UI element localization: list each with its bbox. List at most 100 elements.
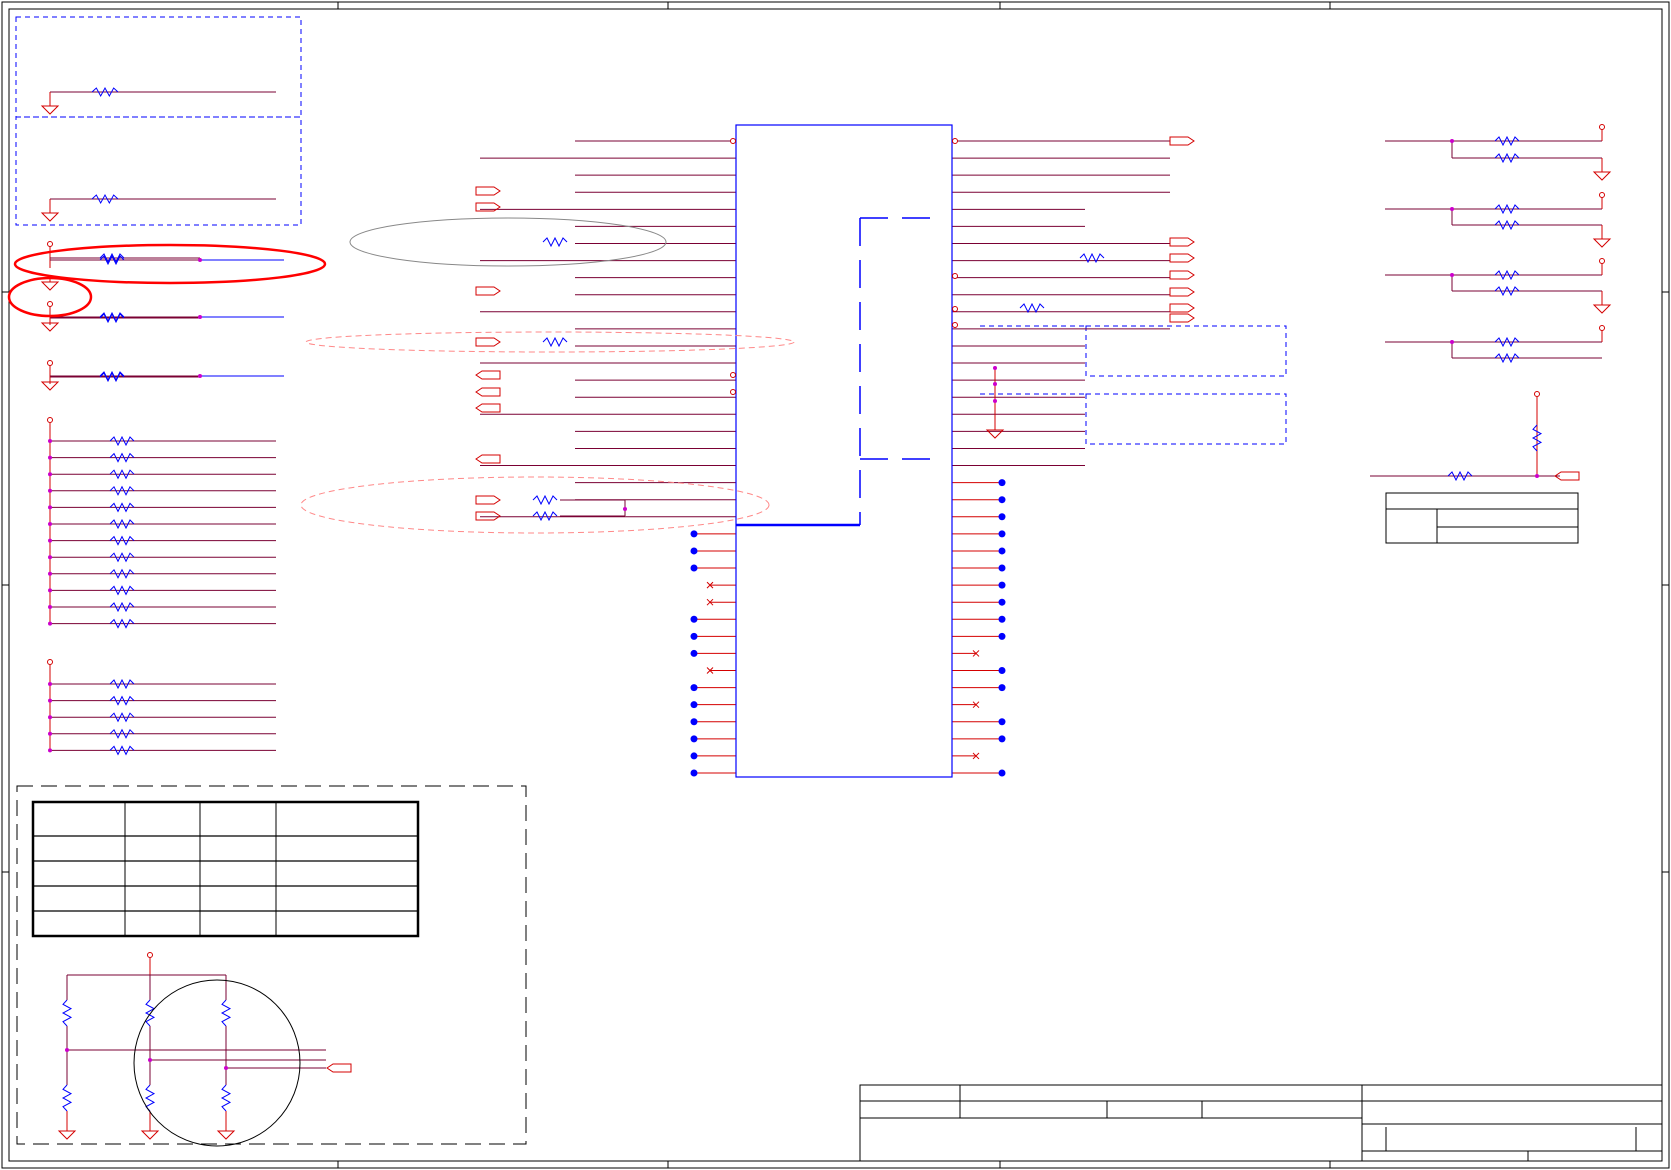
resistor-icon <box>61 1084 73 1112</box>
power-pin-icon <box>952 138 958 144</box>
small-table <box>1385 492 1579 544</box>
junction-dot-icon <box>998 735 1006 743</box>
strap-table <box>31 800 420 938</box>
junction-dot-icon <box>998 598 1006 606</box>
dashed-zone-box <box>15 116 302 226</box>
off-page-connector-icon <box>1169 313 1195 323</box>
junction-dot-icon <box>198 374 202 378</box>
note-ellipse <box>300 476 770 534</box>
power-pin-icon <box>47 659 53 665</box>
junction-dot-icon <box>48 488 52 493</box>
schematic-sheet <box>1 1 1670 1169</box>
off-page-connector-icon <box>475 337 501 347</box>
resistor-icon <box>220 1084 232 1112</box>
junction-dot-icon <box>48 605 52 609</box>
title-block <box>859 1084 1663 1162</box>
components <box>40 86 1612 1140</box>
junction-dot-icon <box>993 382 997 386</box>
ground-icon <box>57 1125 77 1140</box>
junction-dot-icon <box>148 1058 152 1062</box>
power-pin-icon <box>952 322 958 328</box>
main-ic <box>735 124 953 778</box>
ground-icon <box>1592 233 1612 248</box>
off-page-connector-icon <box>1169 287 1195 297</box>
title-block-box <box>859 1084 1663 1162</box>
dashed-zone-box <box>16 785 527 1145</box>
junction-dot-icon <box>48 731 52 736</box>
power-pin-icon <box>47 241 53 247</box>
junction-dot-icon <box>48 571 52 576</box>
off-page-connector-icon <box>475 286 501 296</box>
power-pin-icon <box>1599 124 1605 130</box>
resistor-icon <box>1019 302 1045 314</box>
ground-icon <box>140 1125 160 1140</box>
off-page-connector-icon <box>326 1063 352 1073</box>
note-ellipse <box>305 331 795 353</box>
junction-dot-icon <box>993 399 997 403</box>
off-page-connector-icon <box>475 454 501 464</box>
power-pin-icon <box>730 389 736 395</box>
junction-dot-icon <box>690 718 698 726</box>
power-pin-icon <box>952 306 958 312</box>
resistor-icon <box>61 999 73 1027</box>
resistor-icon <box>532 510 558 522</box>
junction-dot-icon <box>998 667 1006 675</box>
resistor-icon <box>542 336 568 348</box>
junction-dot-icon <box>1450 273 1454 277</box>
junction-dot-icon <box>48 698 52 703</box>
junction-dot-icon <box>998 479 1006 487</box>
ground-icon <box>40 207 60 222</box>
junction-dot-icon <box>48 505 52 510</box>
junction-dot-icon <box>623 507 627 511</box>
junction-dot-icon <box>1450 340 1454 344</box>
junction-dot-icon <box>48 538 52 543</box>
junction-dot-icon <box>65 1048 69 1052</box>
junction-dot-icon <box>690 649 698 657</box>
wires <box>49 91 1603 1125</box>
junction-dot-icon <box>48 715 52 720</box>
junction-dot-icon <box>690 547 698 555</box>
junction-dot-icon <box>690 530 698 538</box>
sheet-frame <box>1 1 1670 1169</box>
off-page-connector-icon <box>475 495 501 505</box>
ground-icon <box>216 1125 236 1140</box>
power-pin-icon <box>47 360 53 366</box>
note-ellipse <box>349 217 667 267</box>
junction-dot-icon <box>690 752 698 760</box>
off-page-connector-icon <box>475 511 501 521</box>
junction-dot-icon <box>690 615 698 623</box>
junction-dot-icon <box>998 564 1006 572</box>
off-page-connector-icon <box>475 403 501 413</box>
annotations <box>7 217 795 1147</box>
power-pin-icon <box>730 372 736 378</box>
off-page-connector-icon <box>1169 303 1195 313</box>
highlight-ellipse <box>13 243 327 285</box>
off-page-connector-icon <box>475 370 501 380</box>
junction-dot-icon <box>690 735 698 743</box>
junction-dot-icon <box>998 547 1006 555</box>
off-page-connector-icon <box>1169 253 1195 263</box>
off-page-connector-icon <box>1169 237 1195 247</box>
junction-dot-icon <box>48 748 52 753</box>
junction-dot-icon <box>690 684 698 692</box>
power-pin-icon <box>1599 258 1605 264</box>
junction-dot-icon <box>690 769 698 777</box>
junction-dot-icon <box>993 366 997 370</box>
power-pin-icon <box>147 952 153 958</box>
junction-dot-icon <box>998 684 1006 692</box>
off-page-connector-icon <box>1169 270 1195 280</box>
junction-dot-icon <box>224 1066 228 1070</box>
ic-body <box>735 124 953 778</box>
junction-dot-icon <box>198 315 202 319</box>
junction-dot-icon <box>48 472 52 477</box>
resistor-icon <box>144 999 156 1027</box>
power-pin-icon <box>1534 391 1540 397</box>
callout-circle <box>133 979 301 1147</box>
junction-dot-icon <box>998 718 1006 726</box>
junction-dot-icon <box>1450 207 1454 211</box>
junction-dot-icon <box>48 555 52 560</box>
junction-dot-icon <box>998 615 1006 623</box>
junction-dot-icon <box>48 522 52 526</box>
junction-dot-icon <box>1535 474 1539 478</box>
junction-dot-icon <box>690 632 698 640</box>
